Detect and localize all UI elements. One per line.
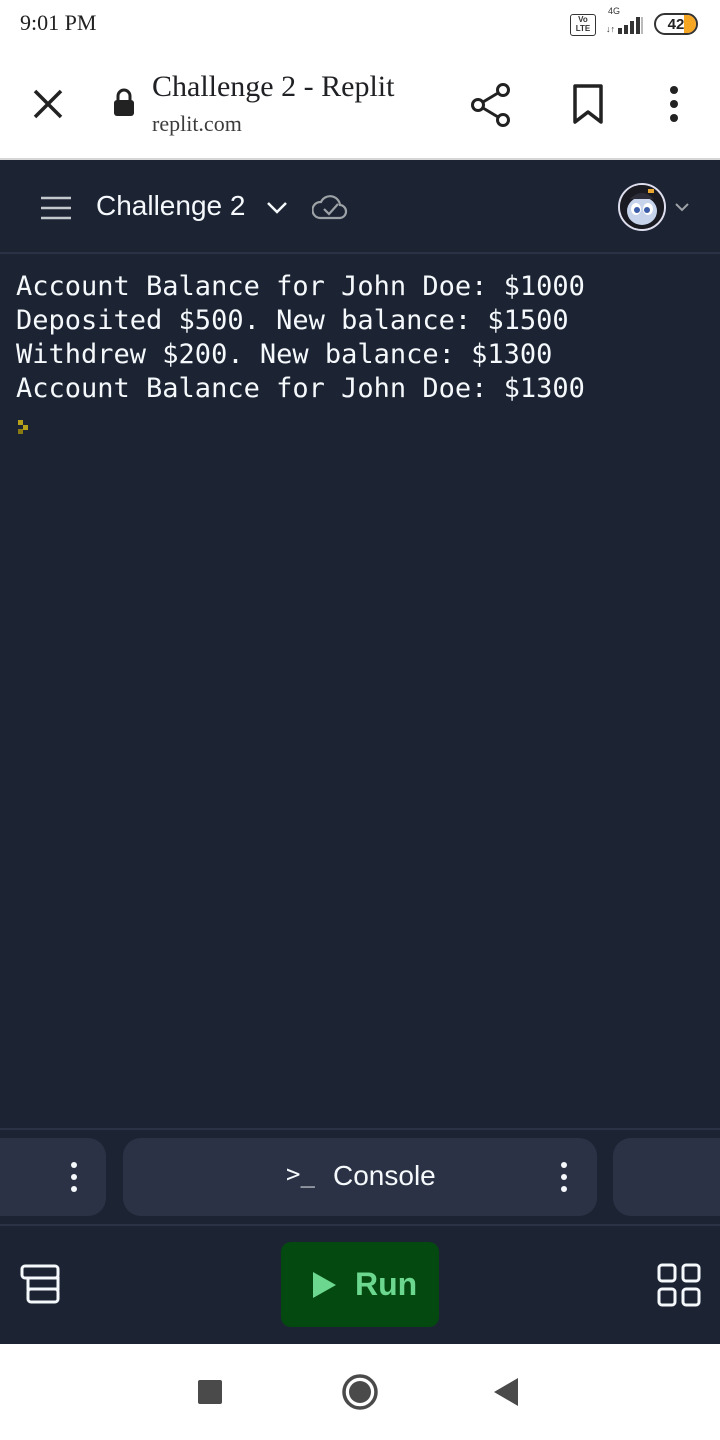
console-prompt-icon: >_	[286, 1160, 315, 1188]
console-line: Deposited $500. New balance: $1500	[16, 305, 569, 336]
action-divider	[0, 1224, 720, 1226]
bookmark-icon[interactable]	[564, 80, 612, 128]
play-icon	[313, 1272, 336, 1298]
repl-name[interactable]: Challenge 2	[96, 190, 245, 222]
hamburger-icon[interactable]	[38, 194, 74, 222]
share-icon[interactable]	[466, 80, 516, 130]
console-output: Account Balance for John Doe: $1000 Depos…	[16, 270, 716, 406]
lock-icon	[114, 88, 134, 116]
console-line: Withdrew $200. New balance: $1300	[16, 339, 553, 370]
page-url[interactable]: replit.com	[152, 111, 242, 137]
close-icon[interactable]	[22, 80, 74, 128]
triangle-back-icon[interactable]	[492, 1376, 520, 1408]
battery-level: 42	[667, 16, 685, 33]
avatar[interactable]	[618, 183, 666, 231]
signal-icon: ↓↑	[606, 17, 643, 34]
battery-icon: 42	[654, 13, 698, 35]
more-vert-icon[interactable]	[552, 1158, 576, 1196]
saved-check-icon	[312, 195, 348, 220]
tab-console-label: Console	[333, 1160, 436, 1191]
svg-text:↓↑: ↓↑	[606, 24, 615, 34]
console-line: Account Balance for John Doe: $1000	[16, 271, 585, 302]
avatar-image	[620, 185, 664, 229]
chevron-down-icon[interactable]	[264, 196, 290, 218]
page-title[interactable]: Challenge 2 - Replit	[152, 70, 394, 104]
run-label: Run	[355, 1266, 418, 1302]
status-time: 9:01 PM	[20, 10, 97, 35]
circle-icon[interactable]	[340, 1372, 380, 1412]
console-line: Account Balance for John Doe: $1300	[16, 373, 585, 404]
browser-toolbar	[0, 48, 720, 160]
tab-right[interactable]	[613, 1138, 720, 1216]
more-vert-icon[interactable]	[652, 80, 696, 128]
more-vert-icon[interactable]	[62, 1158, 86, 1196]
square-icon[interactable]	[198, 1380, 222, 1404]
tab-divider	[0, 1128, 720, 1130]
chevron-down-icon[interactable]	[672, 198, 692, 216]
console-cursor	[18, 420, 28, 434]
network-type: 4G	[608, 6, 621, 16]
layers-icon[interactable]	[18, 1262, 62, 1306]
tab-left[interactable]	[0, 1138, 106, 1216]
grid-icon[interactable]	[656, 1262, 702, 1308]
volte-badge: Vo LTE	[570, 14, 596, 36]
